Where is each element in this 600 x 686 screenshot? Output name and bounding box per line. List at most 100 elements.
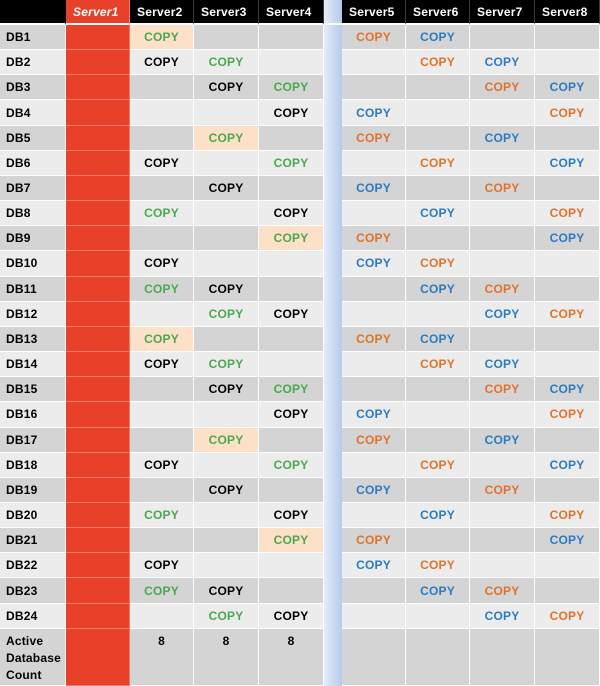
active-count-server7 — [470, 628, 535, 686]
empty-cell — [194, 402, 259, 428]
copy-cell: COPY — [342, 477, 406, 503]
active-count-server6 — [406, 628, 470, 686]
empty-cell — [130, 603, 194, 629]
empty-cell — [259, 251, 324, 277]
offline-server-cell — [66, 603, 130, 629]
db-label: DB21 — [0, 528, 66, 554]
empty-cell — [535, 175, 600, 202]
copy-cell: COPY — [194, 578, 259, 604]
column-separator — [324, 75, 342, 101]
column-separator — [324, 603, 342, 629]
empty-cell — [130, 226, 194, 252]
offline-server-cell — [66, 528, 130, 554]
db-label: DB12 — [0, 301, 66, 327]
empty-cell — [130, 477, 194, 503]
column-separator — [324, 352, 342, 378]
copy-cell: COPY — [342, 251, 406, 277]
copy-cell: COPY — [130, 452, 194, 478]
empty-cell — [406, 402, 470, 428]
copy-cell: COPY — [470, 578, 535, 604]
copy-cell: COPY — [194, 125, 259, 151]
empty-cell — [259, 25, 324, 51]
offline-server-cell — [66, 377, 130, 403]
offline-server-cell — [66, 301, 130, 327]
db-label: DB7 — [0, 175, 66, 202]
copy-cell: COPY — [259, 150, 324, 176]
copy-cell: COPY — [470, 603, 535, 629]
copy-cell: COPY — [406, 25, 470, 51]
copy-cell: COPY — [194, 50, 259, 76]
active-count-server8 — [535, 628, 600, 686]
copy-cell: COPY — [194, 377, 259, 403]
header-server3: Server3 — [194, 0, 259, 25]
empty-cell — [342, 603, 406, 629]
copy-cell: COPY — [342, 402, 406, 428]
offline-server-cell — [66, 100, 130, 126]
empty-cell — [535, 553, 600, 579]
copy-cell: COPY — [535, 100, 600, 126]
offline-server-cell — [66, 201, 130, 227]
header-corner — [0, 0, 66, 25]
copy-cell: COPY — [130, 150, 194, 176]
copy-cell: COPY — [259, 402, 324, 428]
db-label: DB3 — [0, 75, 66, 101]
copy-cell: COPY — [194, 427, 259, 453]
copy-cell: COPY — [535, 377, 600, 403]
copy-cell: COPY — [130, 553, 194, 579]
active-count-server2: 8 — [130, 628, 194, 686]
empty-cell — [194, 502, 259, 529]
column-separator — [324, 301, 342, 327]
db-label: DB11 — [0, 276, 66, 302]
copy-cell: COPY — [130, 352, 194, 378]
db-label: DB10 — [0, 251, 66, 277]
empty-cell — [535, 251, 600, 277]
empty-cell — [406, 175, 470, 202]
copy-cell: COPY — [259, 201, 324, 227]
empty-cell — [406, 477, 470, 503]
empty-cell — [535, 477, 600, 503]
empty-cell — [342, 50, 406, 76]
copy-cell: COPY — [470, 276, 535, 302]
column-separator — [324, 0, 342, 25]
empty-cell — [259, 477, 324, 503]
column-separator — [324, 326, 342, 353]
column-separator — [324, 201, 342, 227]
copy-cell: COPY — [342, 25, 406, 51]
empty-cell — [194, 100, 259, 126]
copy-cell: COPY — [194, 477, 259, 503]
copy-cell: COPY — [470, 427, 535, 453]
copy-cell: COPY — [194, 75, 259, 101]
copy-cell: COPY — [259, 301, 324, 327]
empty-cell — [194, 201, 259, 227]
copy-cell: COPY — [194, 352, 259, 378]
empty-cell — [406, 301, 470, 327]
db-label: DB2 — [0, 50, 66, 76]
copy-cell: COPY — [470, 175, 535, 202]
database-copy-matrix: Server1 Server2 Server3 Server4 Server5 Serve… — [0, 0, 600, 686]
empty-cell — [194, 25, 259, 51]
db-label: DB16 — [0, 402, 66, 428]
empty-cell — [470, 100, 535, 126]
empty-cell — [130, 427, 194, 453]
empty-cell — [259, 276, 324, 302]
empty-cell — [406, 427, 470, 453]
copy-cell: COPY — [406, 578, 470, 604]
copy-cell: COPY — [535, 301, 600, 327]
empty-cell — [342, 352, 406, 378]
db-label: DB9 — [0, 226, 66, 252]
empty-cell — [259, 175, 324, 202]
copy-cell: COPY — [406, 502, 470, 529]
copy-cell: COPY — [406, 150, 470, 176]
copy-cell: COPY — [470, 50, 535, 76]
empty-cell — [535, 578, 600, 604]
copy-cell: COPY — [342, 528, 406, 554]
empty-cell — [406, 603, 470, 629]
offline-server-cell — [66, 427, 130, 453]
empty-cell — [535, 50, 600, 76]
copy-cell: COPY — [535, 603, 600, 629]
db-label: DB23 — [0, 578, 66, 604]
header-server6: Server6 — [406, 0, 470, 25]
copy-cell: COPY — [342, 226, 406, 252]
copy-cell: COPY — [406, 352, 470, 378]
db-label: DB18 — [0, 452, 66, 478]
